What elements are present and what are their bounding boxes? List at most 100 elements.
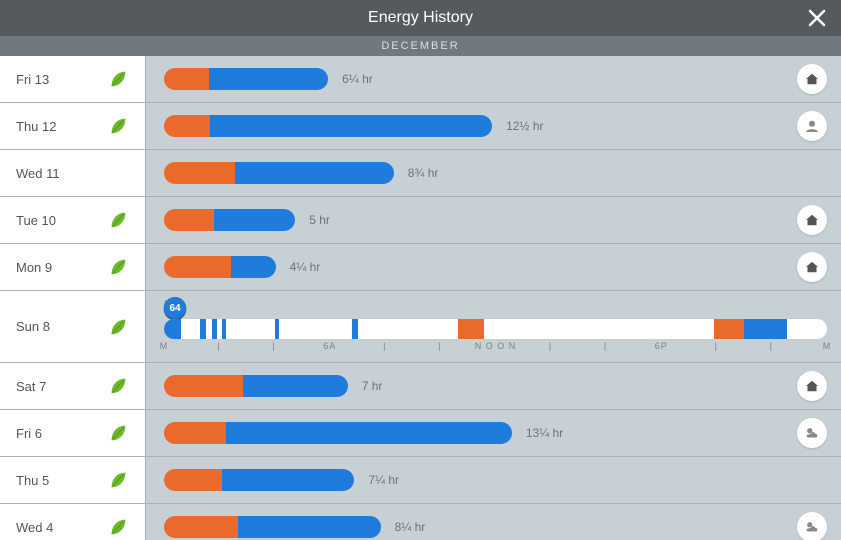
day-row[interactable]: Fri 13 6¼ hr [0, 56, 841, 103]
away-icon[interactable] [797, 205, 827, 235]
usage-segment [714, 319, 744, 339]
day-row[interactable]: Sat 7 7 hr [0, 363, 841, 410]
usage-bar [164, 68, 328, 90]
bar-area: 12½ hr [146, 103, 841, 149]
usage-segment [238, 516, 381, 538]
bar-area: 6¼ hr [146, 56, 841, 102]
usage-segment [214, 209, 295, 231]
page-title: Energy History [368, 9, 473, 27]
day-label-cell: Fri 13 [0, 56, 146, 102]
usage-segment [222, 469, 355, 491]
day-label-cell: Thu 12 [0, 103, 146, 149]
weather-icon[interactable] [797, 512, 827, 540]
usage-segment [164, 469, 222, 491]
tick-label: | [604, 341, 607, 351]
day-label-cell: Sat 7 [0, 363, 146, 409]
day-row[interactable]: Thu 5 7¼ hr [0, 457, 841, 504]
usage-segment [275, 319, 278, 339]
hours-label: 12½ hr [506, 119, 543, 133]
weather-icon[interactable] [797, 418, 827, 448]
tick-label: M [160, 341, 169, 351]
usage-segment [164, 422, 226, 444]
setpoint-pin[interactable]: 64 [164, 297, 186, 319]
usage-bar [164, 209, 295, 231]
tick-label: 6A [323, 341, 336, 351]
away-icon[interactable] [797, 64, 827, 94]
usage-segment [212, 319, 217, 339]
day-row[interactable]: Wed 118¾ hr [0, 150, 841, 197]
leaf-icon [107, 316, 129, 338]
day-row[interactable]: Thu 12 12½ hr [0, 103, 841, 150]
hours-label: 5 hr [309, 213, 330, 227]
day-label: Wed 4 [16, 520, 53, 535]
leaf-icon [107, 422, 129, 444]
day-label: Tue 10 [16, 213, 56, 228]
usage-bar [164, 162, 394, 184]
usage-bar [164, 469, 354, 491]
month-banner: DECEMBER [0, 36, 841, 56]
usage-segment [226, 422, 512, 444]
day-label: Fri 13 [16, 72, 49, 87]
day-row[interactable]: Fri 6 13¼ hr [0, 410, 841, 457]
usage-bar [164, 115, 492, 137]
bar-area: 7 hr [146, 363, 841, 409]
history-scroll[interactable]: Fri 136¼ hrThu 1212½ hrWed 118¾ hrTue 10… [0, 56, 841, 540]
bar-area: 8¾ hr [146, 150, 841, 196]
day-label-cell: Tue 10 [0, 197, 146, 243]
usage-segment [235, 162, 394, 184]
day-label-cell: Fri 6 [0, 410, 146, 456]
day-label: Thu 5 [16, 473, 49, 488]
usage-bar [164, 375, 348, 397]
day-label-cell: Mon 9 [0, 244, 146, 290]
usage-segment [164, 256, 231, 278]
leaf-icon [107, 469, 129, 491]
day-label: Sat 7 [16, 379, 46, 394]
day-row[interactable]: Mon 9 4¼ hr [0, 244, 841, 291]
tick-label: | [217, 341, 220, 351]
day-label: Sun 8 [16, 319, 50, 334]
hours-label: 4¼ hr [290, 260, 321, 274]
usage-segment [231, 256, 276, 278]
usage-segment [164, 209, 214, 231]
tick-label: 6P [655, 341, 668, 351]
tick-label: | [383, 341, 386, 351]
person-icon[interactable] [797, 111, 827, 141]
timeline-track [164, 319, 827, 339]
day-label: Fri 6 [16, 426, 42, 441]
hours-label: 8¼ hr [395, 520, 426, 534]
bar-area: 8¼ hr [146, 504, 841, 540]
leaf-icon [107, 256, 129, 278]
day-row[interactable]: Wed 4 8¼ hr [0, 504, 841, 540]
bar-area: 13¼ hr [146, 410, 841, 456]
usage-segment [200, 319, 205, 339]
usage-segment [209, 68, 328, 90]
leaf-icon [107, 115, 129, 137]
leaf-icon [107, 516, 129, 538]
away-icon[interactable] [797, 252, 827, 282]
day-label-cell: Wed 11 [0, 150, 146, 196]
bar-area: 4¼ hr [146, 244, 841, 290]
day-label-cell: Sun 8 [0, 291, 146, 362]
usage-segment [352, 319, 359, 339]
day-label: Mon 9 [16, 260, 52, 275]
tick-label: | [770, 341, 773, 351]
tick-label: | [438, 341, 441, 351]
usage-bar [164, 422, 512, 444]
timeline[interactable]: 6463777372664M||6A||N O O N||6P||M [146, 291, 841, 362]
day-row[interactable]: Tue 10 5 hr [0, 197, 841, 244]
usage-segment [210, 115, 492, 137]
bar-area: 5 hr [146, 197, 841, 243]
close-icon[interactable] [805, 6, 829, 30]
leaf-icon [107, 209, 129, 231]
usage-segment [164, 115, 210, 137]
hours-label: 7¼ hr [368, 473, 399, 487]
away-icon[interactable] [797, 371, 827, 401]
day-label-cell: Thu 5 [0, 457, 146, 503]
tick-label: | [715, 341, 718, 351]
usage-bar [164, 256, 276, 278]
bar-area: 7¼ hr [146, 457, 841, 503]
usage-segment [744, 319, 787, 339]
day-row[interactable]: Sun 86463777372664M||6A||N O O N||6P||M [0, 291, 841, 363]
hours-label: 7 hr [362, 379, 383, 393]
tick-label: | [549, 341, 552, 351]
